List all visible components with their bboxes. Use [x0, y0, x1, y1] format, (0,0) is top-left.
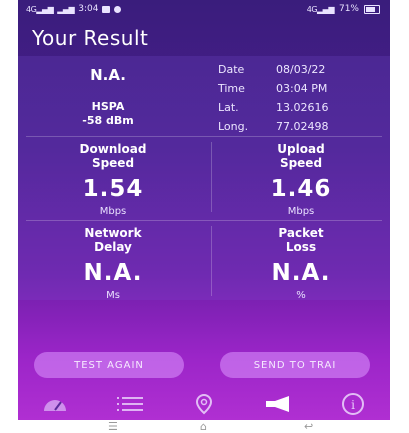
metric-title-line: Network: [84, 226, 142, 240]
metric-title-line: Upload: [277, 142, 325, 156]
info-row-time: Time 03:04 PM: [218, 79, 329, 98]
network-status: N.A.: [90, 66, 126, 84]
network-delay: Network Delay N.A. Ms: [38, 226, 188, 301]
info-value: 77.02498: [276, 120, 329, 133]
metric-title: Upload Speed: [226, 142, 376, 170]
metric-title-line: Speed: [91, 156, 135, 170]
metric-unit: Mbps: [287, 206, 315, 217]
menu-icon[interactable]: ☰: [108, 420, 118, 433]
location-pin-icon[interactable]: [184, 390, 224, 418]
metric-unit: Mbps: [99, 206, 127, 217]
info-icon[interactable]: i: [333, 390, 373, 418]
metric-value: N.A.: [271, 260, 331, 286]
megaphone-icon[interactable]: [258, 390, 298, 418]
network-type-block: HSPA -58 dBm: [38, 100, 178, 128]
notification-icon: [114, 5, 122, 13]
divider: [211, 142, 212, 212]
divider: [26, 220, 382, 221]
info-label: Time: [218, 82, 245, 95]
metric-title: Packet Loss: [226, 226, 376, 254]
download-speed: Download Speed 1.54 Mbps: [38, 142, 188, 217]
info-row-date: Date 08/03/22: [218, 60, 329, 79]
signal-strength: -58 dBm: [82, 114, 134, 127]
signal-icon: 4G▂▄▆: [26, 4, 54, 14]
home-icon[interactable]: ⌂: [200, 420, 207, 433]
system-nav-bar: ☰ ⌂ ↩: [0, 420, 409, 433]
divider: [211, 226, 212, 296]
metric-title-line: Download: [79, 142, 147, 156]
bottom-nav: i: [18, 388, 390, 420]
status-time: 3:04: [78, 4, 99, 14]
info-label: Lat.: [218, 101, 239, 114]
app-screen: 4G▂▄▆ ▂▄▆ 3:04 4G▂▄▆ 71% Your Result N.A…: [18, 0, 390, 420]
page-title: Your Result: [32, 26, 149, 50]
back-icon[interactable]: ↩: [304, 420, 313, 433]
info-value: 03:04 PM: [276, 82, 328, 95]
divider: [26, 136, 382, 137]
send-to-trai-button[interactable]: SEND TO TRAI: [220, 352, 370, 378]
metric-value: 1.46: [270, 176, 332, 202]
status-bar: 4G▂▄▆ ▂▄▆ 3:04 4G▂▄▆ 71%: [18, 0, 390, 20]
info-row-lat: Lat. 13.02616: [218, 98, 329, 117]
packet-loss: Packet Loss N.A. %: [226, 226, 376, 301]
metric-value: 1.54: [82, 176, 144, 202]
test-info: Date 08/03/22 Time 03:04 PM Lat. 13.02616 L…: [218, 60, 329, 136]
network-speed-icon: 4G▂▄▆: [306, 4, 335, 14]
info-label: Date: [218, 63, 245, 76]
metric-unit: %: [296, 290, 306, 301]
svg-text:i: i: [351, 398, 355, 412]
metric-value: N.A.: [83, 260, 143, 286]
upload-speed: Upload Speed 1.46 Mbps: [226, 142, 376, 217]
info-label: Long.: [218, 120, 249, 133]
metric-title-line: Packet: [278, 226, 324, 240]
info-value: 08/03/22: [276, 63, 326, 76]
network-type: HSPA: [91, 100, 125, 113]
info-row-long: Long. 77.02498: [218, 117, 329, 136]
battery-icon: [364, 4, 380, 14]
speedometer-icon[interactable]: [35, 390, 75, 418]
metric-title-line: Speed: [279, 156, 323, 170]
metric-title-line: Delay: [94, 240, 132, 254]
test-again-button[interactable]: TEST AGAIN: [34, 352, 184, 378]
metric-title-line: Loss: [285, 240, 317, 254]
metric-title: Network Delay: [38, 226, 188, 254]
result-card: N.A. HSPA -58 dBm Date 08/03/22 Time 03:04…: [18, 56, 390, 301]
signal-icon-2: ▂▄▆: [57, 4, 75, 14]
message-icon: [102, 5, 111, 13]
battery-level: 71%: [338, 4, 359, 14]
metric-title: Download Speed: [38, 142, 188, 170]
list-icon[interactable]: [110, 390, 150, 418]
info-value: 13.02616: [276, 101, 329, 114]
metric-unit: Ms: [106, 290, 120, 301]
